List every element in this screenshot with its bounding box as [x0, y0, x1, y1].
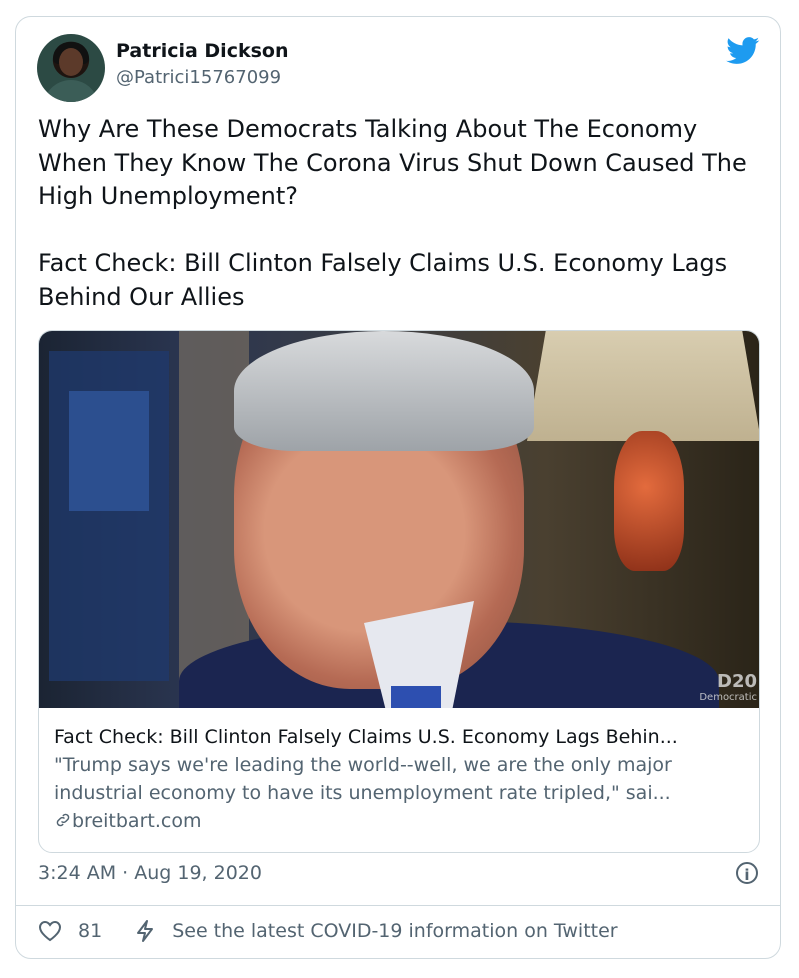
covid-info-link[interactable]: See the latest COVID-19 information on T… — [172, 920, 617, 942]
link-title: Fact Check: Bill Clinton Falsely Claims … — [54, 726, 678, 748]
action-bar: 81 See the latest COVID-19 information o… — [38, 919, 618, 943]
divider — [16, 905, 780, 906]
user-handle[interactable]: @Patrici15767099 — [116, 67, 281, 88]
link-preview-image[interactable]: D20 Democratic — [39, 331, 759, 708]
image-watermark: D20 Democratic — [699, 671, 757, 704]
tweet-card[interactable]: Patricia Dickson @Patrici15767099 Why Ar… — [15, 16, 781, 959]
twitter-bird-icon[interactable] — [726, 37, 760, 65]
like-count[interactable]: 81 — [78, 920, 102, 942]
link-icon — [56, 813, 70, 827]
avatar[interactable] — [37, 34, 105, 102]
tweet-text: Why Are These Democrats Talking About Th… — [38, 115, 747, 311]
link-domain: breitbart.com — [72, 810, 202, 832]
link-domain-row: breitbart.com — [54, 807, 749, 835]
link-description: "Trump says we're leading the world--wel… — [54, 754, 672, 804]
link-preview-card[interactable]: D20 Democratic Fact Check: Bill Clinton … — [38, 330, 760, 853]
heart-icon[interactable] — [38, 920, 62, 942]
tweet-timestamp[interactable]: 3:24 AM · Aug 19, 2020 — [38, 862, 262, 884]
info-icon[interactable]: i — [736, 862, 758, 884]
lightning-icon — [137, 920, 154, 942]
display-name[interactable]: Patricia Dickson — [116, 40, 288, 62]
